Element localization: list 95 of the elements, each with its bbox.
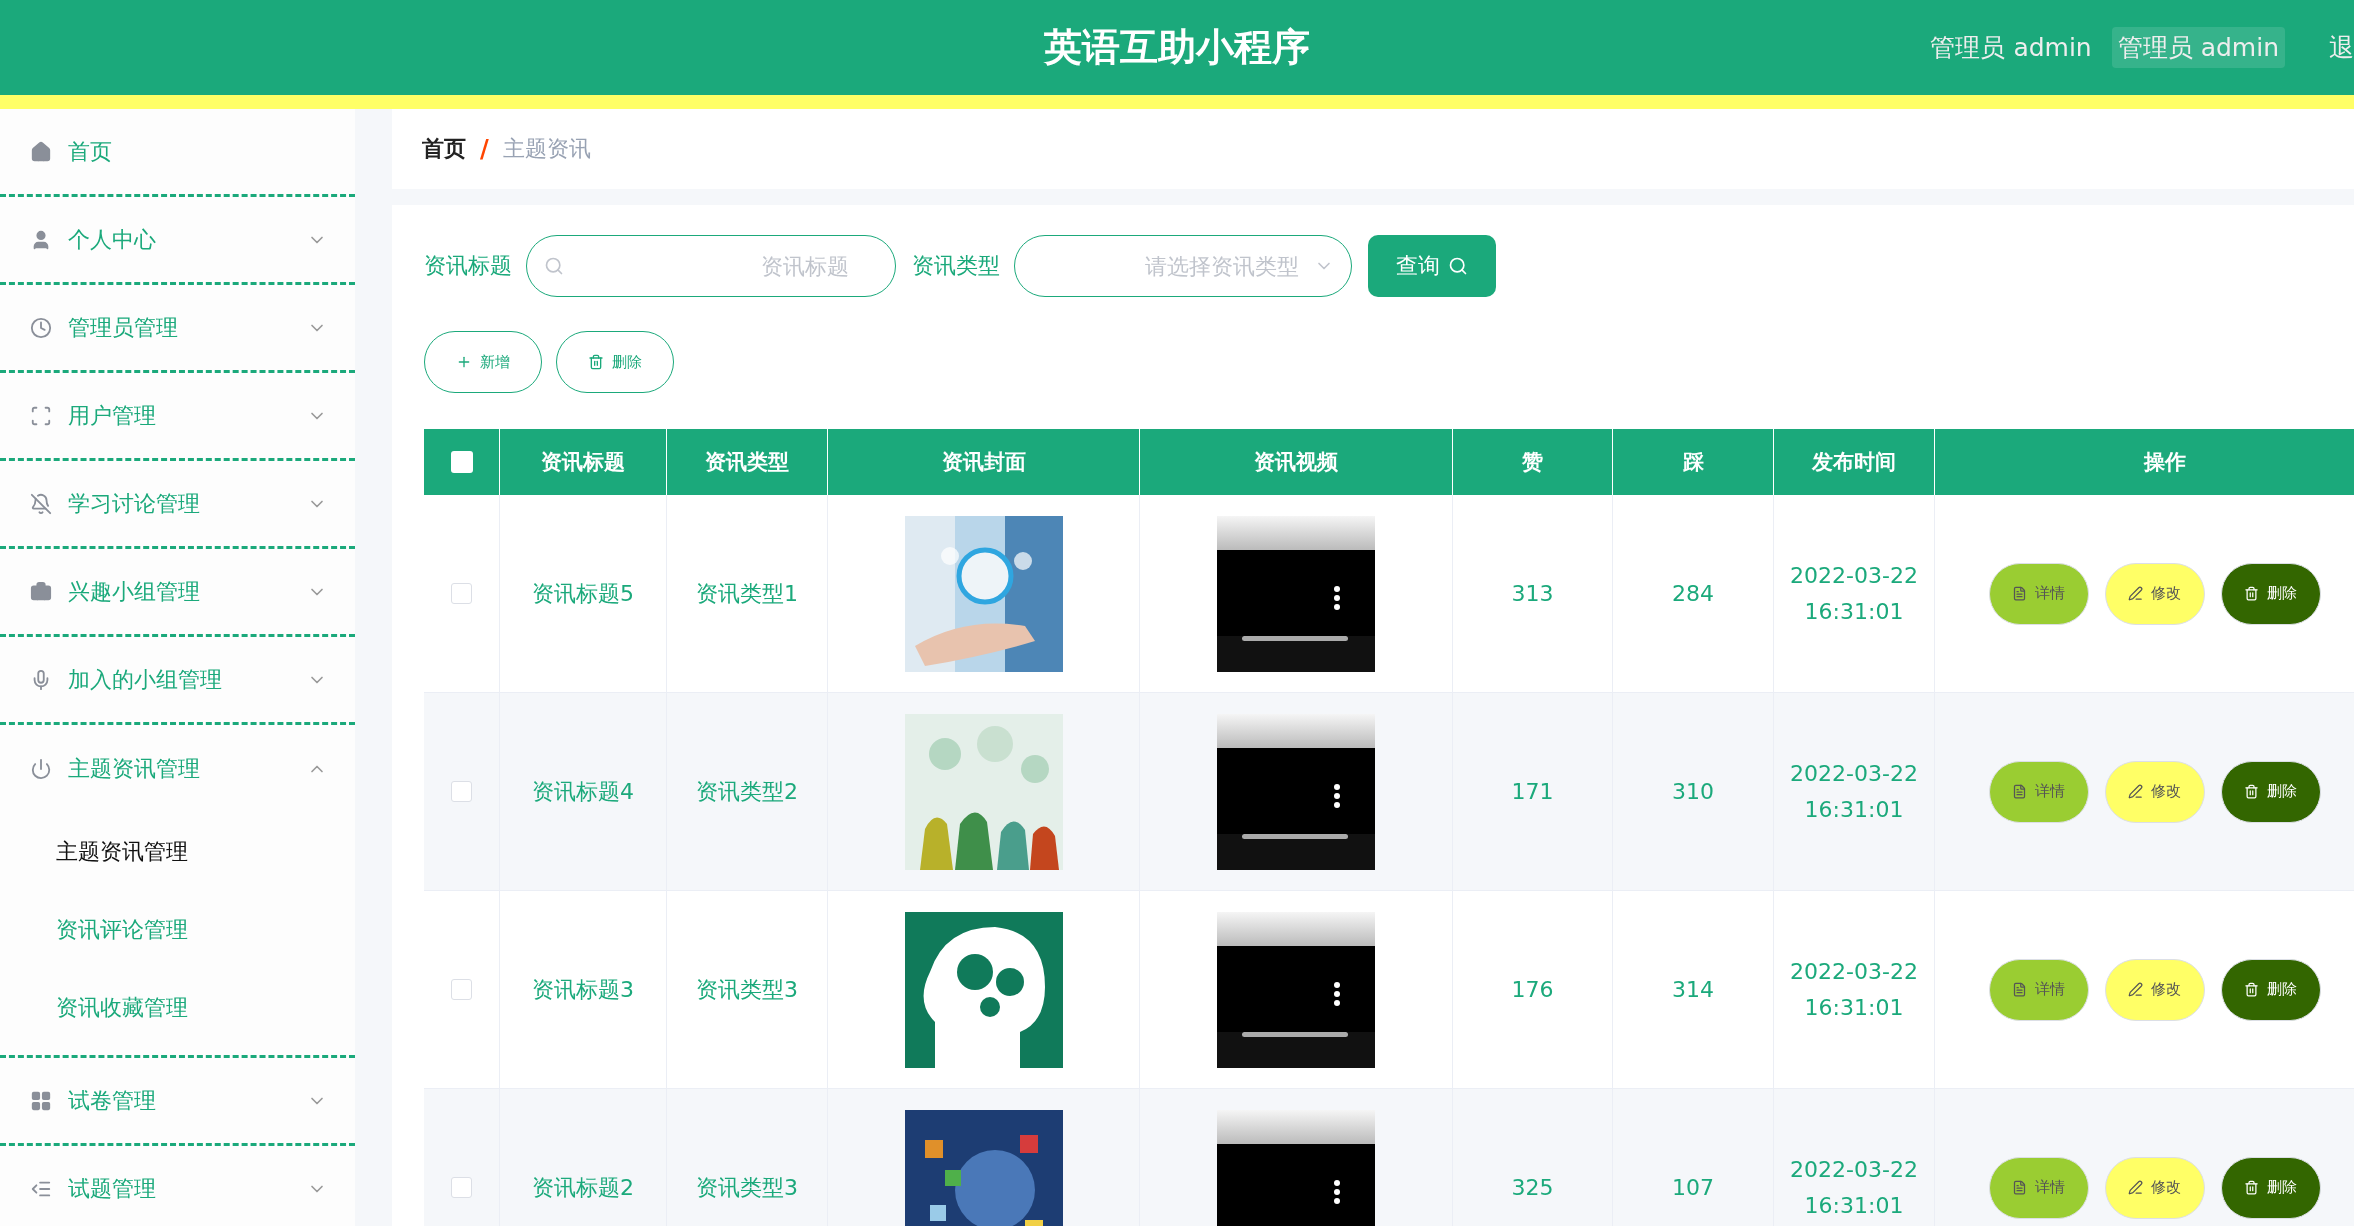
user-label[interactable]: 管理员 admin: [1924, 27, 2098, 68]
table-cell: 资讯标题4: [500, 693, 667, 891]
search-icon: [544, 256, 564, 276]
table-header-cell: 资讯标题: [500, 429, 667, 495]
edit-button[interactable]: 修改: [2104, 1156, 2205, 1219]
sidebar-item[interactable]: 兴趣小组管理: [0, 549, 355, 637]
trash-icon: [2244, 586, 2259, 601]
power-icon: [30, 758, 52, 780]
pen-icon: [2128, 586, 2143, 601]
detail-button[interactable]: 详情: [1988, 562, 2089, 625]
table-cell: 310: [1613, 693, 1774, 891]
select-all-checkbox[interactable]: [450, 451, 473, 473]
detail-button[interactable]: 详情: [1988, 760, 2089, 823]
edit-button[interactable]: 修改: [2104, 958, 2205, 1021]
home-icon: [30, 140, 52, 163]
breadcrumb-link[interactable]: 主题资讯: [502, 134, 591, 164]
table-cell: 313: [1453, 495, 1613, 693]
delete-button[interactable]: 删除: [2220, 1156, 2321, 1219]
table-cell: 资讯标题5: [500, 495, 667, 693]
briefcase-icon: [30, 580, 52, 603]
sidebar-item[interactable]: 个人中心: [0, 197, 355, 285]
edit-button[interactable]: 修改: [2104, 562, 2205, 625]
submenu-item[interactable]: 资讯收藏管理: [0, 969, 355, 1047]
table-header-cell: 资讯视频: [1140, 429, 1453, 495]
table-header-cell: 赞: [1453, 429, 1613, 495]
table-cell: 325: [1453, 1089, 1613, 1226]
bell-off-icon: [30, 492, 52, 515]
pen-icon: [2128, 1180, 2143, 1195]
sidebar-item[interactable]: 管理员管理: [0, 285, 355, 373]
sidebar-item[interactable]: 学习讨论管理: [0, 461, 355, 549]
sidebar-item[interactable]: 试卷管理: [0, 1058, 355, 1146]
sidebar-item[interactable]: 主题资讯管理: [0, 725, 355, 813]
user-label[interactable]: 管理员 admin: [2111, 27, 2285, 68]
pen-icon: [2128, 982, 2143, 997]
query-button[interactable]: 查询: [1368, 235, 1496, 297]
delete-button[interactable]: 删除: [2220, 958, 2321, 1021]
table-cell: 107: [1613, 1089, 1774, 1226]
file-icon: [2012, 784, 2027, 799]
trash-icon: [588, 354, 604, 370]
clock-icon: [30, 316, 52, 339]
trash-icon: [2244, 1180, 2259, 1195]
table-header-cell: 踩: [1613, 429, 1774, 495]
table-header-cell: 发布时间: [1774, 429, 1935, 495]
table-header-cell: 资讯封面: [828, 429, 1140, 495]
file-icon: [2012, 586, 2027, 601]
row-checkbox[interactable]: [451, 1177, 472, 1198]
sidebar-item[interactable]: 首页: [0, 109, 355, 197]
table-cell: 资讯类型3: [667, 891, 828, 1089]
pen-icon: [2128, 784, 2143, 799]
breadcrumb-link[interactable]: 首页: [422, 134, 466, 164]
delete-button[interactable]: 删除: [2220, 760, 2321, 823]
trash-icon: [2244, 982, 2259, 997]
file-icon: [2012, 982, 2027, 997]
table-cell: 资讯类型2: [667, 693, 828, 891]
logout-link[interactable]: 退: [2329, 31, 2354, 64]
submenu-item[interactable]: 主题资讯管理: [0, 813, 355, 891]
table-cell: 资讯类型1: [667, 495, 828, 693]
delete-button[interactable]: 删除: [556, 331, 674, 393]
delete-button[interactable]: 删除: [2220, 562, 2321, 625]
sidebar-item[interactable]: 试题管理: [0, 1146, 355, 1226]
trash-icon: [2244, 784, 2259, 799]
sidebar-item[interactable]: 用户管理: [0, 373, 355, 461]
breadcrumb-separator: /: [480, 135, 489, 163]
field-label: 资讯标题: [424, 252, 512, 280]
type-select[interactable]: 请选择资讯类型: [1014, 235, 1352, 297]
table-cell: 2022-03-22 16:31:01: [1774, 891, 1935, 1089]
table-cell: 314: [1613, 891, 1774, 1089]
table-cell: 171: [1453, 693, 1613, 891]
table-header-cell: 资讯类型: [667, 429, 828, 495]
table-header-cell: 操作: [1935, 429, 2354, 495]
edit-button[interactable]: 修改: [2104, 760, 2205, 823]
app-title: 英语互助小程序: [1044, 24, 1310, 71]
row-checkbox[interactable]: [451, 583, 472, 604]
search-field[interactable]: 资讯标题: [526, 235, 896, 297]
table-cell: 2022-03-22 16:31:01: [1774, 693, 1935, 891]
table-cell: 284: [1613, 495, 1774, 693]
corners-icon: [30, 404, 52, 427]
table-cell: 2022-03-22 16:31:01: [1774, 1089, 1935, 1226]
search-icon: [1448, 256, 1468, 276]
table-cell: 资讯类型3: [667, 1089, 828, 1226]
table-cell: 176: [1453, 891, 1613, 1089]
row-checkbox[interactable]: [451, 979, 472, 1000]
detail-button[interactable]: 详情: [1988, 1156, 2089, 1219]
detail-button[interactable]: 详情: [1988, 958, 2089, 1021]
table-cell: 资讯标题3: [500, 891, 667, 1089]
field-label: 资讯类型: [912, 252, 1000, 280]
row-checkbox[interactable]: [451, 781, 472, 802]
sidebar-item[interactable]: 加入的小组管理: [0, 637, 355, 725]
grid-icon: [30, 1089, 52, 1112]
table-cell: 2022-03-22 16:31:01: [1774, 495, 1935, 693]
table-cell: 资讯标题2: [500, 1089, 667, 1226]
file-icon: [2012, 1180, 2027, 1195]
add-button[interactable]: 新增: [424, 331, 542, 393]
plus-icon: [456, 354, 472, 370]
submenu-item[interactable]: 资讯评论管理: [0, 891, 355, 969]
